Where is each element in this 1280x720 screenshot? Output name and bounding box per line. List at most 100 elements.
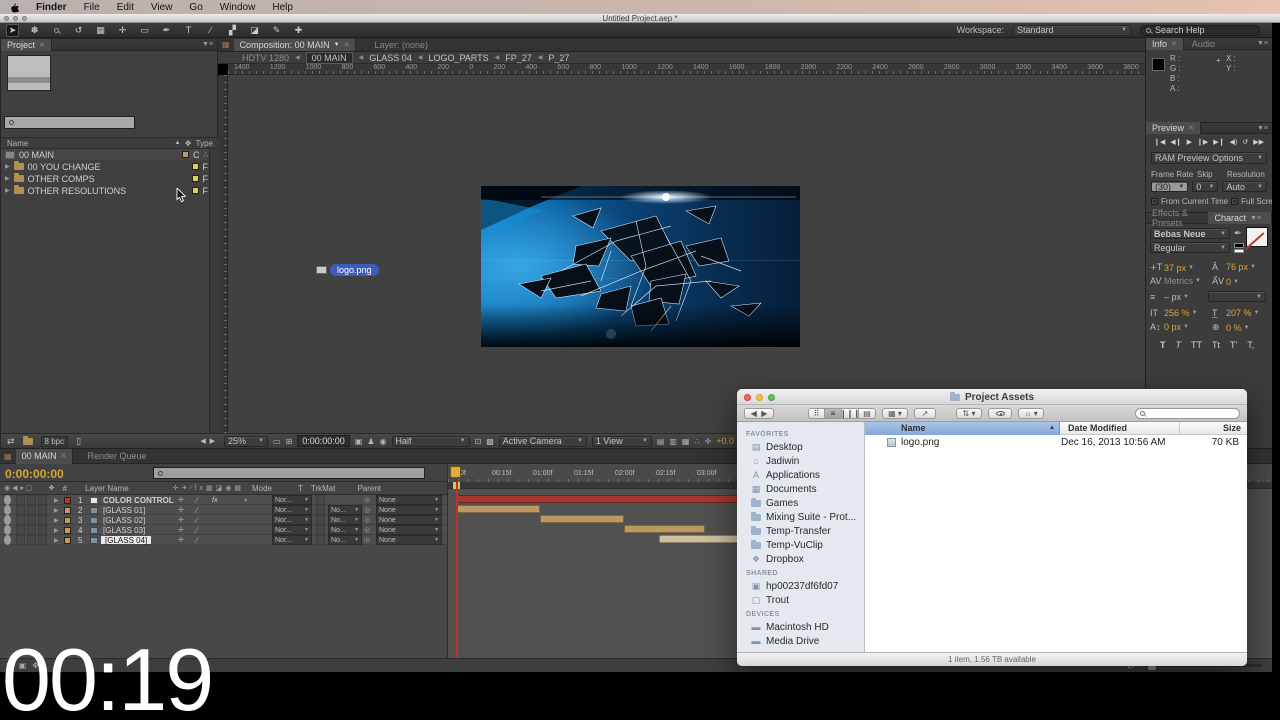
project-item-00-you-change[interactable]: ▶ 00 YOU CHANGE F <box>1 161 208 172</box>
roi-icon[interactable]: ⊡ <box>475 437 482 446</box>
label-color-chip[interactable] <box>64 537 71 544</box>
superscript-button[interactable]: T' <box>1230 340 1237 350</box>
panel-menu-icon[interactable]: ▼≡ <box>202 41 217 48</box>
horizontal-scale-value[interactable]: 207 % <box>1226 308 1252 318</box>
stroke-color-swatch[interactable] <box>1234 243 1244 248</box>
breadcrumb-hdtv[interactable]: HDTV 1280 <box>242 53 289 63</box>
parent-select[interactable]: None ▼ <box>376 525 442 535</box>
selection-tool-icon[interactable]: ➤ <box>6 23 19 37</box>
column-size-header[interactable]: Size <box>1223 422 1241 435</box>
breadcrumb-00-main[interactable]: 00 MAIN <box>305 51 353 64</box>
view-layout-select[interactable]: 1 View ▼ <box>591 435 652 447</box>
leading-value[interactable]: 76 px <box>1226 262 1248 272</box>
project-bpc-button[interactable]: 8 bpc <box>40 435 69 447</box>
layer-row-2[interactable]: ▶ 2 [GLASS 01] ✛ ∕ Nor... ▼ No... ▼ ◎ None… <box>0 505 447 515</box>
layer-name[interactable]: [GLASS 02] <box>103 515 145 525</box>
arrange-button[interactable]: ▦ ▾ <box>882 407 908 419</box>
project-item-other-comps[interactable]: ▶ OTHER COMPS F <box>1 173 208 184</box>
eye-icon[interactable] <box>4 515 11 525</box>
label-color-chip[interactable] <box>64 517 71 524</box>
panel-scroll-arrows[interactable]: ◀ ▶ <box>200 437 215 445</box>
rotate-tool-icon[interactable]: ↺ <box>72 25 85 36</box>
search-help-field[interactable]: Search Help <box>1140 24 1260 36</box>
menu-item-file[interactable]: File <box>84 2 100 13</box>
eye-icon[interactable] <box>4 525 11 535</box>
coverflow-view-button[interactable]: ▤ <box>859 407 876 419</box>
layer-row-5[interactable]: ▶ 5 [GLASS 04] ✛ ∕ Nor... ▼ No... ▼ ◎ None… <box>0 535 447 545</box>
timeline-search-field[interactable] <box>153 467 425 479</box>
project-item-00-main[interactable]: 00 MAIN C ∴ <box>1 149 208 160</box>
finder-title-bar[interactable]: Project Assets <box>737 389 1247 405</box>
trkmat-select[interactable]: No... ▼ <box>328 535 362 545</box>
mode-select[interactable]: Nor... ▼ <box>272 505 312 515</box>
show-channels-icon[interactable]: ◉ <box>380 437 387 446</box>
shape-tool-icon[interactable]: ▭ <box>138 25 151 36</box>
breadcrumb-fp27[interactable]: FP_27 <box>505 53 532 63</box>
project-scrollbar[interactable] <box>209 149 218 434</box>
layer-row-4[interactable]: ▶ 4 [GLASS 03] ✛ ∕ Nor... ▼ No... ▼ ◎ None… <box>0 525 447 535</box>
eye-icon[interactable] <box>4 505 11 515</box>
sidebar-item-games[interactable]: Games <box>737 496 864 510</box>
sidebar-item-media-drive[interactable]: ▬ Media Drive <box>737 634 864 648</box>
parent-select[interactable]: None ▼ <box>376 515 442 525</box>
grid-guides-icon[interactable]: ⊞ <box>286 437 293 446</box>
pen-tool-icon[interactable]: ✒ <box>160 25 173 36</box>
action-button[interactable]: ☼ ▾ <box>1018 407 1044 419</box>
subscript-button[interactable]: T, <box>1247 340 1254 350</box>
expander-icon[interactable]: ▶ <box>54 535 59 545</box>
from-current-time-checkbox[interactable] <box>1151 198 1158 205</box>
trkmat-select[interactable]: No... ▼ <box>328 515 362 525</box>
baseline-shift-value[interactable]: 0 px <box>1164 322 1181 332</box>
label-color-chip[interactable] <box>191 175 199 182</box>
label-color-chip[interactable] <box>64 527 71 534</box>
share-button[interactable]: ↗ <box>914 407 936 419</box>
parent-pickwhip-icon[interactable]: ◎ <box>364 535 370 545</box>
parent-pickwhip-icon[interactable]: ◎ <box>364 525 370 535</box>
eye-icon[interactable] <box>4 535 11 545</box>
show-snapshot-icon[interactable]: ♟ <box>367 437 374 446</box>
timeline-button-icon[interactable]: ▦ <box>682 437 690 446</box>
fill-color-swatch[interactable] <box>1245 227 1268 250</box>
switch-anchor[interactable]: ✛ <box>178 495 184 505</box>
menu-item-help[interactable]: Help <box>272 2 293 13</box>
layer-name[interactable]: [GLASS 01] <box>103 505 145 515</box>
frame-rate-select[interactable]: (30) ▼ <box>1151 181 1189 192</box>
eyedropper-icon[interactable]: ✒ <box>1234 228 1242 239</box>
layer-row-1[interactable]: ▶ 1 COLOR CONTROL ✛ ∕ fx ◑ Nor... ▼ ◎ Non… <box>0 495 447 505</box>
ram-preview-options-select[interactable]: RAM Preview Options ▼ <box>1151 152 1267 164</box>
switch-anchor[interactable]: ✛ <box>178 515 184 525</box>
pixel-aspect-icon[interactable]: ▤ <box>657 437 665 446</box>
current-time-indicator[interactable] <box>450 466 461 478</box>
mode-select[interactable]: Nor... ▼ <box>272 525 312 535</box>
parent-pickwhip-icon[interactable]: ◎ <box>364 515 370 525</box>
vertical-scale-value[interactable]: 256 % <box>1164 308 1190 318</box>
playhead-line[interactable] <box>456 482 458 658</box>
layer-name-column[interactable]: Layer Name <box>85 484 129 493</box>
tab-layer[interactable]: Layer: (none) <box>356 40 446 50</box>
sidebar-item-temp-transfer[interactable]: Temp-Transfer <box>737 524 864 538</box>
panel-menu-icon[interactable]: ▼≡ <box>1257 125 1272 132</box>
font-style-select[interactable]: Regular ▼ <box>1150 242 1230 253</box>
back-forward-buttons[interactable]: ◀ ▶ <box>744 407 774 419</box>
icon-view-button[interactable]: ⠿ <box>808 407 825 419</box>
font-family-select[interactable]: Bebas Neue ▼ <box>1150 228 1230 239</box>
transparency-grid-icon[interactable]: ▩ <box>486 437 494 446</box>
parent-select[interactable]: None ▼ <box>376 505 442 515</box>
fast-previews-icon[interactable]: ▥ <box>669 437 677 446</box>
stroke-width-value[interactable]: – px <box>1164 292 1181 302</box>
expander-icon[interactable]: ▶ <box>5 187 10 194</box>
sidebar-item-hp-pc[interactable]: ▣ hp00237df6fd07 <box>737 579 864 593</box>
switch-quality[interactable]: ∕ <box>196 515 197 525</box>
sidebar-item-documents[interactable]: ▦ Documents <box>737 482 864 496</box>
switch-anchor[interactable]: ✛ <box>178 535 184 545</box>
small-caps-button[interactable]: Tt <box>1212 340 1220 350</box>
tags-button[interactable]: ⇅ ▾ <box>956 407 982 419</box>
camera-select[interactable]: Active Camera ▼ <box>498 435 587 447</box>
resolution-select[interactable]: Half ▼ <box>391 435 470 447</box>
next-frame-button[interactable]: ❙▶ <box>1197 138 1208 146</box>
breadcrumb-p27[interactable]: P_27 <box>548 53 569 63</box>
project-columns-header[interactable]: Name ▲ ❖ Type <box>1 137 219 149</box>
zoom-tool-icon[interactable] <box>50 25 63 35</box>
layer-name[interactable]: [GLASS 03] <box>103 525 145 535</box>
breadcrumb-logo-parts[interactable]: LOGO_PARTS <box>428 53 488 63</box>
